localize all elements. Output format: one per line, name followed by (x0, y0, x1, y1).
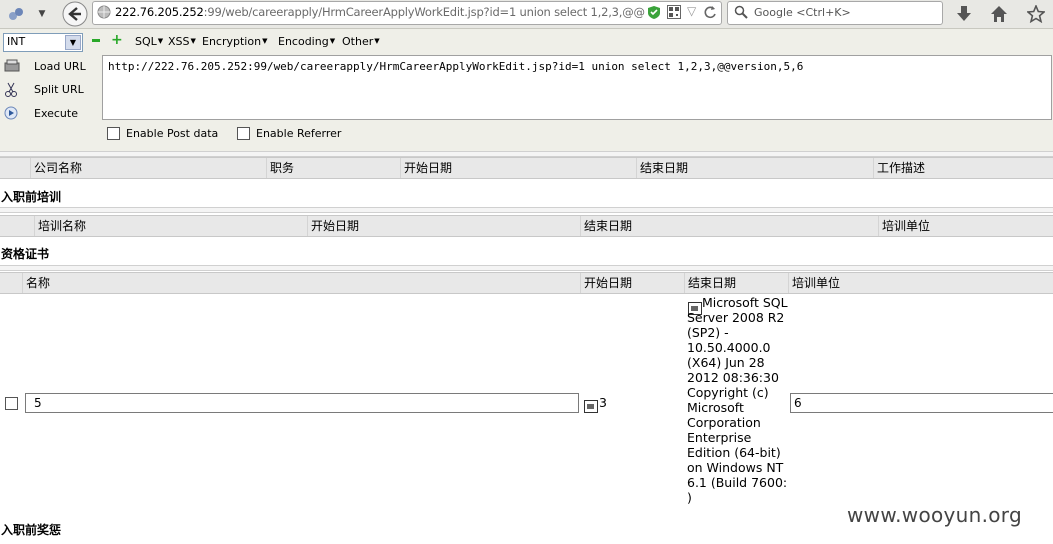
certificate-name-input[interactable]: 5 (25, 393, 579, 413)
column-header: 职务 (266, 158, 294, 178)
column-header: 工作描述 (873, 158, 925, 178)
menu-encoding[interactable]: Encoding▼ (278, 35, 335, 48)
row-select-checkbox[interactable] (5, 397, 18, 410)
split-url-label: Split URL (34, 83, 84, 96)
play-icon (4, 106, 18, 120)
enable-post-label: Enable Post data (126, 127, 219, 140)
menu-other[interactable]: Other▼ (342, 35, 380, 48)
end-date-value: Microsoft SQL Server 2008 R2 (SP2) - 10.… (687, 295, 788, 505)
certificates-section-title: 资格证书 (1, 247, 50, 261)
start-date-value: 3 (599, 395, 607, 410)
browser-toolbar: ▼ 222.76.205.252:99/web/careerapply/HrmC… (0, 0, 1053, 29)
load-url-button[interactable]: Load URL (0, 57, 100, 77)
watermark: www.wooyun.org (847, 503, 1022, 527)
column-header: 开始日期 (307, 216, 359, 236)
download-icon[interactable] (955, 4, 973, 24)
column-header: 公司名称 (30, 158, 82, 178)
divider (0, 207, 1053, 213)
training-section-title: 入职前培训 (1, 190, 62, 204)
certificates-table-header: 名称 开始日期 结束日期 培训单位 (0, 272, 1053, 294)
menu-xss[interactable]: XSS▼ (168, 35, 196, 48)
execute-button[interactable]: Execute (0, 104, 100, 124)
qr-code-icon[interactable] (667, 5, 681, 22)
awards-section-title: 入职前奖惩 (1, 523, 62, 537)
url-host: 222.76.205.252 (115, 5, 204, 19)
decrease-icon[interactable] (92, 39, 100, 42)
site-globe-icon (97, 5, 111, 22)
url-textarea[interactable]: http://222.76.205.252:99/web/careerapply… (102, 55, 1052, 120)
work-table-header: 公司名称 职务 开始日期 结束日期 工作描述 (0, 157, 1053, 179)
extensions-icon[interactable] (6, 4, 26, 24)
chevron-down-icon: ▼ (65, 35, 81, 50)
load-url-label: Load URL (34, 60, 86, 73)
execute-label: Execute (34, 107, 78, 120)
enable-referrer-checkbox[interactable]: Enable Referrer (237, 127, 341, 140)
enable-post-checkbox[interactable]: Enable Post data (107, 127, 218, 140)
column-header: 培训名称 (34, 216, 86, 236)
enable-referrer-label: Enable Referrer (256, 127, 342, 140)
home-icon[interactable] (989, 4, 1009, 24)
search-icon (734, 5, 748, 22)
type-select-value: INT (7, 35, 26, 48)
menu-sql[interactable]: SQL▼ (135, 35, 163, 48)
split-url-button[interactable]: Split URL (0, 80, 100, 100)
history-dropdown-icon[interactable]: ▼ (36, 4, 48, 24)
increase-icon[interactable]: + (111, 33, 123, 47)
certificate-name-value: 5 (34, 396, 42, 410)
training-unit-input[interactable]: 6 (790, 393, 1053, 413)
scissors-icon (4, 82, 18, 97)
search-placeholder: Google <Ctrl+K> (754, 6, 851, 19)
training-unit-value: 6 (794, 396, 802, 410)
column-header: 结束日期 (636, 158, 688, 178)
search-bar[interactable]: Google <Ctrl+K> (727, 1, 943, 25)
column-header: 名称 (22, 273, 50, 293)
column-header: 结束日期 (684, 273, 736, 293)
column-header: 开始日期 (400, 158, 452, 178)
column-header: 开始日期 (580, 273, 632, 293)
hackbar-panel: INT ▼ + SQL▼ XSS▼ Encryption▼ Encoding▼ … (0, 29, 1053, 151)
type-select[interactable]: INT ▼ (3, 33, 83, 52)
column-header: 培训单位 (878, 216, 930, 236)
url-dropdown-icon[interactable]: ▽ (687, 4, 696, 18)
start-date-calendar-icon[interactable] (584, 400, 598, 413)
url-textarea-value: http://222.76.205.252:99/web/careerapply… (108, 60, 804, 73)
column-header: 结束日期 (580, 216, 632, 236)
checkbox-box (107, 127, 120, 140)
reload-icon[interactable] (703, 4, 717, 23)
shield-icon[interactable] (647, 5, 661, 23)
checkbox-box (237, 127, 250, 140)
back-button[interactable] (62, 1, 88, 27)
url-path: :99/web/careerapply/HrmCareerApplyWorkEd… (203, 5, 645, 19)
load-url-icon (4, 59, 20, 73)
column-header: 培训单位 (788, 273, 840, 293)
menu-encryption[interactable]: Encryption▼ (202, 35, 267, 48)
address-bar[interactable]: 222.76.205.252:99/web/careerapply/HrmCar… (92, 1, 722, 25)
bookmark-star-icon[interactable] (1025, 4, 1047, 24)
divider (0, 265, 1053, 271)
training-table-header: 培训名称 开始日期 结束日期 培训单位 (0, 215, 1053, 237)
